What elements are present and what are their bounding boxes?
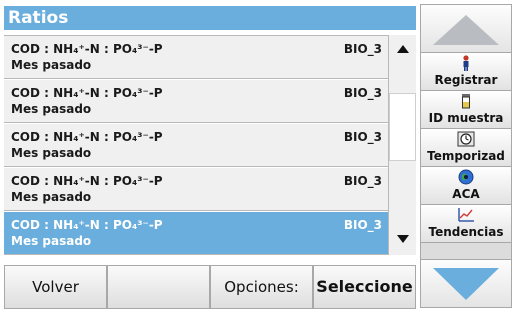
sample-vial-icon	[421, 93, 511, 109]
list-item-title: COD : NH₄⁺-N : PO₄³⁻-P	[11, 218, 163, 232]
list-item-code: BIO_3	[343, 130, 382, 144]
sample-id-label: ID muestra	[428, 111, 504, 125]
registrar-label: Registrar	[434, 73, 498, 87]
empty-bottom-button	[107, 265, 210, 309]
triangle-down-icon	[396, 235, 409, 243]
list-item-period: Mes pasado	[11, 234, 92, 248]
list-item-code: BIO_3	[343, 218, 382, 232]
list-item-title: COD : NH₄⁺-N : PO₄³⁻-P	[11, 174, 163, 188]
back-button[interactable]: Volver	[4, 265, 107, 309]
list-item-code: BIO_3	[343, 42, 382, 56]
list-item-period: Mes pasado	[11, 58, 92, 72]
page-down-button[interactable]	[421, 259, 511, 307]
timer-label: Temporizad	[427, 149, 505, 163]
list-item[interactable]: COD : NH₄⁺-N : PO₄³⁻-P Mes pasado BIO_3	[4, 80, 388, 123]
list-item[interactable]: COD : NH₄⁺-N : PO₄³⁻-P Mes pasado BIO_3	[4, 36, 388, 79]
ratios-list: COD : NH₄⁺-N : PO₄³⁻-P Mes pasado BIO_3 …	[4, 35, 388, 256]
aca-button[interactable]: ACA	[421, 167, 511, 205]
globe-icon	[421, 169, 511, 185]
page-title: Ratios	[4, 6, 416, 30]
registrar-button[interactable]: Registrar	[421, 53, 511, 91]
side-panel: Registrar ID muestra Temporizad ACA Tend	[420, 4, 512, 308]
list-item-title: COD : NH₄⁺-N : PO₄³⁻-P	[11, 130, 163, 144]
list-item-code: BIO_3	[343, 174, 382, 188]
trends-label: Tendencias	[428, 225, 504, 239]
large-up-arrow-icon	[433, 15, 499, 45]
list-item-period: Mes pasado	[11, 146, 92, 160]
app-window: Ratios COD : NH₄⁺-N : PO₄³⁻-P Mes pasado…	[0, 0, 514, 311]
list-item-title: COD : NH₄⁺-N : PO₄³⁻-P	[11, 42, 163, 56]
trend-chart-icon	[421, 207, 511, 223]
timer-icon	[421, 131, 511, 147]
timer-button[interactable]: Temporizad	[421, 129, 511, 167]
large-down-arrow-icon	[433, 268, 499, 300]
list-scrollbar[interactable]	[388, 35, 416, 255]
aca-label: ACA	[452, 187, 480, 201]
list-item[interactable]: COD : NH₄⁺-N : PO₄³⁻-P Mes pasado BIO_3	[4, 124, 388, 167]
options-button[interactable]: Opciones:	[210, 265, 313, 309]
triangle-up-icon	[396, 45, 409, 53]
page-up-button[interactable]	[421, 5, 511, 53]
person-icon	[421, 55, 511, 71]
sample-id-button[interactable]: ID muestra	[421, 91, 511, 129]
list-item-selected[interactable]: COD : NH₄⁺-N : PO₄³⁻-P Mes pasado BIO_3	[4, 212, 388, 255]
list-item-period: Mes pasado	[11, 190, 92, 204]
scroll-down-button[interactable]	[389, 225, 416, 255]
list-item-period: Mes pasado	[11, 102, 92, 116]
list-item[interactable]: COD : NH₄⁺-N : PO₄³⁻-P Mes pasado BIO_3	[4, 168, 388, 211]
scroll-up-button[interactable]	[389, 35, 416, 65]
trends-button[interactable]: Tendencias	[421, 205, 511, 243]
list-item-code: BIO_3	[343, 86, 382, 100]
list-item-title: COD : NH₄⁺-N : PO₄³⁻-P	[11, 86, 163, 100]
select-button[interactable]: Seleccione	[313, 265, 416, 309]
scroll-thumb[interactable]	[389, 93, 416, 161]
